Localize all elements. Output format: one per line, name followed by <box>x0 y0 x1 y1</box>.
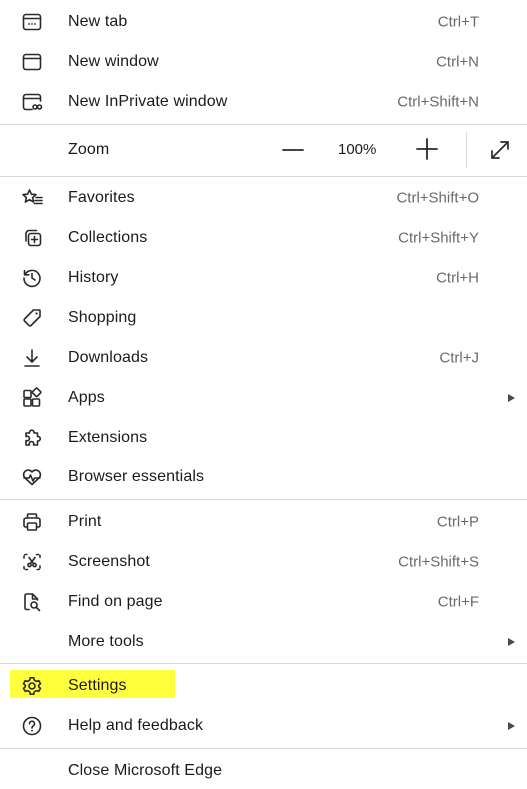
zoom-in-button[interactable] <box>416 138 438 160</box>
shopping-label: Shopping <box>68 309 137 326</box>
menu-item-favorites[interactable]: Favorites Ctrl+Shift+O <box>0 180 527 216</box>
new-tab-label: New tab <box>68 13 128 30</box>
favorites-icon <box>18 184 46 212</box>
submenu-arrow-icon <box>508 394 515 402</box>
browser-essentials-icon <box>18 463 46 491</box>
divider <box>0 124 527 125</box>
collections-label: Collections <box>68 229 148 246</box>
menu-item-new-inprivate-window[interactable]: New InPrivate window Ctrl+Shift+N <box>0 84 527 120</box>
zoom-label: Zoom <box>68 141 110 158</box>
history-icon <box>18 264 46 292</box>
menu-item-settings[interactable]: Settings <box>0 668 527 704</box>
menu-item-downloads[interactable]: Downloads Ctrl+J <box>0 340 527 376</box>
collections-icon <box>18 224 46 252</box>
close-microsoft-edge-label: Close Microsoft Edge <box>68 762 223 779</box>
menu-item-screenshot[interactable]: Screenshot Ctrl+Shift+S <box>0 544 527 580</box>
menu-item-new-tab[interactable]: New tab Ctrl+T <box>0 4 527 40</box>
menu-item-apps[interactable]: Apps <box>0 380 527 416</box>
collections-shortcut: Ctrl+Shift+Y <box>398 229 479 247</box>
shopping-icon <box>18 304 46 332</box>
print-icon <box>18 508 46 536</box>
menu-item-close-microsoft-edge[interactable]: Close Microsoft Edge <box>0 753 527 789</box>
menu-item-new-window[interactable]: New window Ctrl+N <box>0 44 527 80</box>
new-tab-shortcut: Ctrl+T <box>437 13 479 31</box>
new-window-shortcut: Ctrl+N <box>436 53 479 71</box>
browser-essentials-label: Browser essentials <box>68 468 205 485</box>
submenu-arrow-icon <box>508 638 515 646</box>
screenshot-icon <box>18 548 46 576</box>
new-inprivate-window-label: New InPrivate window <box>68 93 228 110</box>
menu-item-browser-essentials[interactable]: Browser essentials <box>0 459 527 495</box>
history-shortcut: Ctrl+H <box>436 269 479 287</box>
downloads-label: Downloads <box>68 349 149 366</box>
settings-icon <box>18 672 46 700</box>
new-window-icon <box>18 48 46 76</box>
menu-item-extensions[interactable]: Extensions <box>0 420 527 456</box>
divider <box>0 499 527 500</box>
history-label: History <box>68 269 119 286</box>
extensions-label: Extensions <box>68 429 148 446</box>
new-tab-icon <box>18 8 46 36</box>
new-inprivate-window-shortcut: Ctrl+Shift+N <box>397 93 479 111</box>
divider <box>0 663 527 664</box>
settings-and-more-menu: New tab Ctrl+T New window Ctrl+N New InP… <box>0 0 527 782</box>
settings-label: Settings <box>68 677 127 694</box>
more-tools-label: More tools <box>68 633 144 650</box>
downloads-shortcut: Ctrl+J <box>439 349 479 367</box>
extensions-icon <box>18 424 46 452</box>
downloads-icon <box>18 344 46 372</box>
zoom-value: 100% <box>338 141 377 158</box>
help-and-feedback-label: Help and feedback <box>68 717 204 734</box>
zoom-out-button[interactable] <box>282 140 304 160</box>
menu-item-more-tools[interactable]: More tools <box>0 624 527 660</box>
favorites-label: Favorites <box>68 189 135 206</box>
menu-item-print[interactable]: Print Ctrl+P <box>0 504 527 540</box>
menu-item-find-on-page[interactable]: Find on page Ctrl+F <box>0 584 527 620</box>
divider <box>0 176 527 177</box>
zoom-row: Zoom <box>0 132 527 168</box>
menu-item-collections[interactable]: Collections Ctrl+Shift+Y <box>0 220 527 256</box>
print-shortcut: Ctrl+P <box>436 513 479 531</box>
apps-label: Apps <box>68 389 105 406</box>
favorites-shortcut: Ctrl+Shift+O <box>396 189 479 207</box>
submenu-arrow-icon <box>508 722 515 730</box>
fullscreen-button[interactable] <box>488 138 512 162</box>
help-icon <box>18 712 46 740</box>
inprivate-icon <box>18 88 46 116</box>
screenshot-label: Screenshot <box>68 553 150 570</box>
new-window-label: New window <box>68 53 159 70</box>
screenshot-shortcut: Ctrl+Shift+S <box>398 553 479 571</box>
print-label: Print <box>68 513 102 530</box>
apps-icon <box>18 384 46 412</box>
divider <box>0 748 527 749</box>
menu-item-help-and-feedback[interactable]: Help and feedback <box>0 708 527 744</box>
menu-item-shopping[interactable]: Shopping <box>0 300 527 336</box>
zoom-separator <box>466 132 467 168</box>
find-on-page-shortcut: Ctrl+F <box>437 593 479 611</box>
find-on-page-label: Find on page <box>68 593 163 610</box>
menu-item-history[interactable]: History Ctrl+H <box>0 260 527 296</box>
find-on-page-icon <box>18 588 46 616</box>
